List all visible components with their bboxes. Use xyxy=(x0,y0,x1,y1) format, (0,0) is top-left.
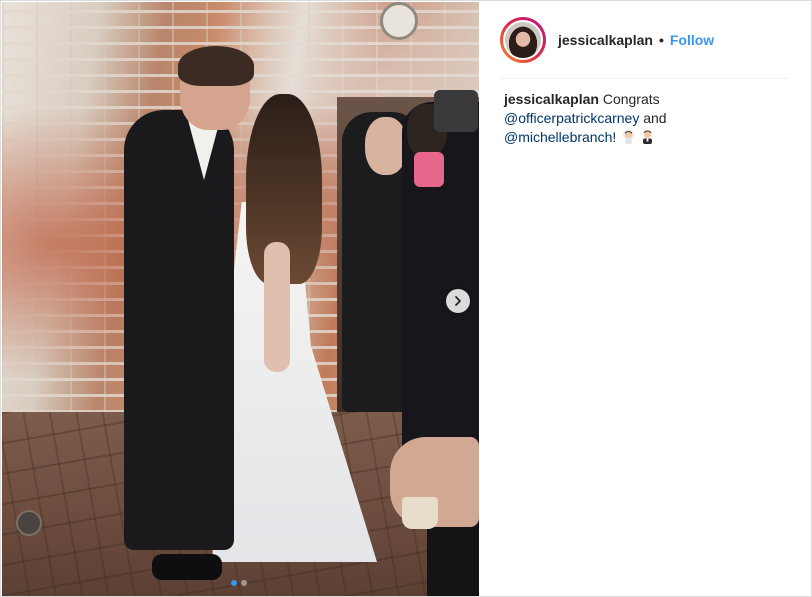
bride-arm xyxy=(264,242,290,372)
caption-text: ! xyxy=(612,129,617,145)
post-header: jessicalkaplan • Follow xyxy=(500,2,790,79)
instagram-post-embed: jessicalkaplan • Follow jessicalkaplan C… xyxy=(0,0,812,597)
separator-bullet: • xyxy=(658,32,664,48)
groom-hair xyxy=(178,46,254,86)
guest-head xyxy=(365,117,407,175)
camera xyxy=(434,90,478,132)
caption-username-link[interactable]: jessicalkaplan xyxy=(504,91,599,107)
floor-drain xyxy=(16,510,42,536)
caption-text: and xyxy=(639,110,667,126)
mention-link[interactable]: @officerpatrickcarney xyxy=(504,110,639,126)
follow-button[interactable]: Follow xyxy=(670,32,714,48)
carousel-indicator xyxy=(231,580,247,586)
post-photo[interactable] xyxy=(2,2,479,596)
foreground-cup xyxy=(402,497,438,529)
caption-text: Congrats xyxy=(598,91,660,107)
chevron-right-icon xyxy=(455,296,461,306)
groom-shoe xyxy=(152,554,222,580)
wall-clock xyxy=(380,2,418,40)
avatar[interactable] xyxy=(503,20,543,60)
groom-emoji-icon xyxy=(643,130,653,144)
carousel-dot-active xyxy=(231,580,237,586)
bride-emoji-icon xyxy=(623,129,635,144)
username-link[interactable]: jessicalkaplan xyxy=(558,32,653,48)
groom-tuxedo xyxy=(124,110,234,550)
header-text: jessicalkaplan • Follow xyxy=(558,32,714,48)
post-caption: jessicalkaplan Congrats @officerpatrickc… xyxy=(504,90,794,147)
mention-link[interactable]: @michellebranch xyxy=(504,129,612,145)
post-side-panel: jessicalkaplan • Follow jessicalkaplan C… xyxy=(480,2,811,596)
guest-pink-top xyxy=(414,152,444,187)
carousel-dot xyxy=(241,580,247,586)
carousel-next-button[interactable] xyxy=(446,289,470,313)
story-ring[interactable] xyxy=(500,17,546,63)
